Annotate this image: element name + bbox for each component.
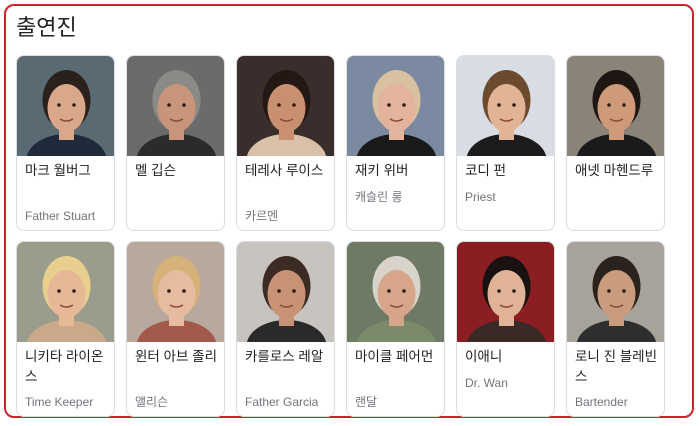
- cast-name: 카를로스 레알: [245, 349, 324, 364]
- cast-photo: [237, 242, 334, 342]
- cast-name: 니키타 라이온스: [25, 349, 104, 384]
- cast-role: Time Keeper: [25, 395, 94, 409]
- cast-photo: [17, 56, 114, 156]
- cast-name: 애넷 마헨드루: [575, 163, 654, 178]
- cast-card[interactable]: 코디 펀 Priest: [456, 55, 555, 231]
- cast-name: 코디 펀: [465, 163, 507, 178]
- cast-photo: [457, 56, 554, 156]
- cast-card[interactable]: 애넷 마헨드루: [566, 55, 665, 231]
- cast-photo: [347, 242, 444, 342]
- cast-role: 캐슬린 롱: [355, 190, 403, 204]
- cast-card[interactable]: 마크 월버그 Father Stuart: [16, 55, 115, 231]
- cast-role: 카르멘: [245, 209, 279, 223]
- cast-photo: [17, 242, 114, 342]
- cast-photo: [127, 56, 224, 156]
- cast-role: 랜달: [355, 395, 378, 409]
- cast-card[interactable]: 카를로스 레알 Father Garcia: [236, 241, 335, 417]
- cast-photo: [567, 56, 664, 156]
- section-title: 출연진: [16, 15, 77, 40]
- cast-name: 윈터 아브 졸리: [135, 349, 218, 364]
- cast-name: 멜 깁슨: [135, 163, 177, 178]
- cast-card[interactable]: 멜 깁슨: [126, 55, 225, 231]
- cast-role: Dr. Wan: [465, 376, 508, 390]
- cast-name: 마크 월버그: [25, 163, 91, 178]
- cast-card[interactable]: 마이클 페어먼랜달: [346, 241, 445, 417]
- cast-photo: [567, 242, 664, 342]
- cast-card[interactable]: 니키타 라이온스 Time Keeper: [16, 241, 115, 417]
- cast-card[interactable]: 로니 진 블레빈스 Bartender: [566, 241, 665, 417]
- cast-role: 앨리슨: [135, 395, 169, 409]
- cast-card[interactable]: 윈터 아브 졸리앨리슨: [126, 241, 225, 417]
- cast-photo: [457, 242, 554, 342]
- cast-name: 로니 진 블레빈스: [575, 349, 658, 384]
- cast-name: 테레사 루이스: [245, 163, 324, 178]
- cast-photo: [237, 56, 334, 156]
- cast-role: Priest: [465, 190, 496, 204]
- cast-card[interactable]: 이애니 Dr. Wan: [456, 241, 555, 417]
- cast-photo: [127, 242, 224, 342]
- cast-card[interactable]: 테레사 루이스카르멘: [236, 55, 335, 231]
- cast-card[interactable]: 재키 위버캐슬린 롱: [346, 55, 445, 231]
- cast-role: Father Garcia: [245, 395, 319, 409]
- cast-photo: [347, 56, 444, 156]
- cast-role: Father Stuart: [25, 209, 96, 223]
- cast-name: 마이클 페어먼: [355, 349, 434, 364]
- cast-name: 재키 위버: [355, 163, 409, 178]
- cast-name: 이애니: [465, 349, 503, 364]
- cast-role: Bartender: [575, 395, 628, 409]
